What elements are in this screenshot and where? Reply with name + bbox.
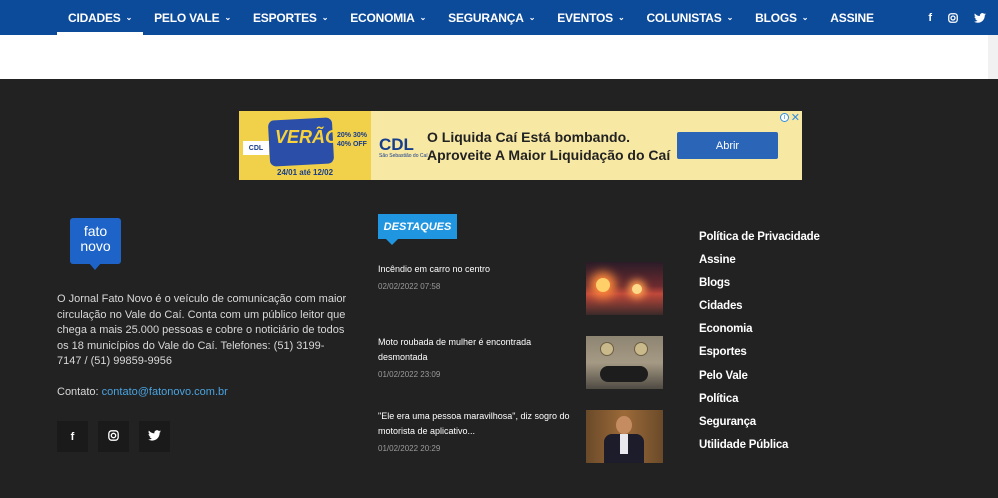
news-item[interactable]: Incêndio em carro no centro 02/02/2022 0… xyxy=(378,262,570,291)
footer-link-politica[interactable]: Política xyxy=(699,391,820,414)
news-date: 01/02/2022 20:29 xyxy=(378,444,441,453)
footer-link-cidades[interactable]: Cidades xyxy=(699,298,820,321)
logo-line-2: novo xyxy=(80,238,111,254)
footer-links: Política de Privacidade Assine Blogs Cid… xyxy=(699,229,820,460)
ad-art-percent: 20% 30% 40% OFF xyxy=(337,132,367,148)
twitter-icon xyxy=(148,429,161,444)
main-menu: CIDADES ⌄ PELO VALE ⌄ ESPORTES ⌄ ECONOMIA ⌄ … xyxy=(57,0,885,35)
ad-art-dates: 24/01 até 12/02 xyxy=(277,168,334,177)
footer-link-assine[interactable]: Assine xyxy=(699,252,820,275)
about-text: O Jornal Fato Novo é o veículo de comuni… xyxy=(57,293,347,367)
destaques-heading: DESTAQUES xyxy=(378,214,457,239)
logo-line-1: fato xyxy=(83,223,108,239)
nav-item-label: COLUNISTAS xyxy=(646,10,722,25)
nav-item-label: ECONOMIA xyxy=(350,10,415,25)
nav-item-seguranca[interactable]: SEGURANÇA ⌄ xyxy=(437,0,546,35)
nav-item-esportes[interactable]: ESPORTES ⌄ xyxy=(242,0,339,35)
nav-item-cidades[interactable]: CIDADES ⌄ xyxy=(57,0,144,35)
footer-twitter-button[interactable] xyxy=(139,421,170,452)
nav-item-label: EVENTOS xyxy=(557,10,613,25)
ad-headline: O Liquida Caí Está bombando. Aproveite A… xyxy=(427,128,670,164)
twitter-icon[interactable] xyxy=(974,12,986,23)
footer-instagram-button[interactable] xyxy=(98,421,129,452)
top-navigation-bar: CIDADES ⌄ PELO VALE ⌄ ESPORTES ⌄ ECONOMIA ⌄ … xyxy=(0,0,998,35)
footer-link-economia[interactable]: Economia xyxy=(699,321,820,344)
chevron-down-icon: ⌄ xyxy=(125,13,133,22)
chevron-down-icon: ⌄ xyxy=(224,13,231,22)
chevron-down-icon: ⌄ xyxy=(617,13,625,22)
nav-item-assine[interactable]: ASSINE xyxy=(819,0,884,35)
nav-item-colunistas[interactable]: COLUNISTAS ⌄ xyxy=(635,0,744,35)
nav-item-label: PELO VALE xyxy=(154,10,220,25)
news-title[interactable]: "Ele era uma pessoa maravilhosa", diz so… xyxy=(378,409,570,439)
news-date: 02/02/2022 07:58 xyxy=(378,282,441,291)
footer-link-seguranca[interactable]: Segurança xyxy=(699,414,820,437)
scrollbar-track[interactable] xyxy=(988,35,998,79)
news-thumbnail[interactable] xyxy=(586,336,663,389)
news-thumbnail[interactable] xyxy=(586,262,663,315)
nav-social-links: f xyxy=(928,0,986,35)
nav-item-label: CIDADES xyxy=(68,10,121,25)
footer-link-utilidade-publica[interactable]: Utilidade Pública xyxy=(699,437,820,460)
destaques-pointer xyxy=(386,239,398,245)
nav-item-economia[interactable]: ECONOMIA ⌄ xyxy=(339,0,437,35)
ad-close-icon[interactable]: ✕ xyxy=(791,111,800,124)
logo-pointer xyxy=(89,263,101,270)
footer-link-blogs[interactable]: Blogs xyxy=(699,275,820,298)
news-item[interactable]: Moto roubada de mulher é encontrada desm… xyxy=(378,335,570,379)
chevron-down-icon: ⌄ xyxy=(726,13,734,22)
ad-headline-line-1: O Liquida Caí Está bombando. xyxy=(427,129,631,145)
nav-item-blogs[interactable]: BLOGS ⌄ xyxy=(744,0,819,35)
ad-banner[interactable]: CDL VERÃO 20% 30% 40% OFF 24/01 até 12/0… xyxy=(239,111,802,180)
contact-label: Contato: xyxy=(57,386,99,398)
instagram-icon[interactable] xyxy=(948,12,958,23)
site-logo[interactable]: fato novo xyxy=(70,218,121,264)
facebook-icon: f xyxy=(70,430,75,443)
nav-item-label: ESPORTES xyxy=(252,10,317,25)
chevron-down-icon: ⌄ xyxy=(321,13,329,22)
nav-item-pelo-vale[interactable]: PELO VALE ⌄ xyxy=(143,0,242,35)
chevron-down-icon: ⌄ xyxy=(528,13,536,22)
nav-item-eventos[interactable]: EVENTOS ⌄ xyxy=(546,0,635,35)
facebook-icon[interactable]: f xyxy=(928,12,932,24)
nav-item-label: BLOGS xyxy=(755,10,797,25)
footer-link-esportes[interactable]: Esportes xyxy=(699,344,820,367)
ad-brand: CDL xyxy=(379,135,414,154)
content-end-band xyxy=(0,35,998,79)
footer-link-pelo-vale[interactable]: Pelo Vale xyxy=(699,368,820,391)
ad-art-title: VERÃO xyxy=(275,127,340,147)
instagram-icon xyxy=(108,429,119,444)
news-item[interactable]: "Ele era uma pessoa maravilhosa", diz so… xyxy=(378,409,570,453)
news-title[interactable]: Incêndio em carro no centro xyxy=(378,262,570,277)
contact-email-link[interactable]: contato@fatonovo.com.br xyxy=(102,386,228,398)
chevron-down-icon: ⌄ xyxy=(419,13,427,22)
ad-headline-line-2: Aproveite A Maior Liquidação do Caí xyxy=(427,147,671,163)
news-thumbnail[interactable] xyxy=(586,410,663,463)
footer-facebook-button[interactable]: f xyxy=(57,421,88,452)
ad-art-brand: CDL xyxy=(243,141,269,155)
ad-brand-sub: São Sebastião do Caí xyxy=(379,153,428,159)
contact-line: Contato: contato@fatonovo.com.br xyxy=(57,386,228,398)
footer-link-politica-privacidade[interactable]: Política de Privacidade xyxy=(699,229,820,252)
ad-artwork: CDL VERÃO 20% 30% 40% OFF 24/01 até 12/0… xyxy=(239,111,371,180)
ad-open-button[interactable]: Abrir xyxy=(677,132,778,159)
ad-brand-logo: CDL São Sebastião do Caí xyxy=(379,135,428,159)
ad-info-icon[interactable]: i xyxy=(780,113,789,122)
nav-item-label: SEGURANÇA xyxy=(448,10,524,25)
chevron-down-icon: ⌄ xyxy=(801,13,809,22)
news-date: 01/02/2022 23:09 xyxy=(378,370,441,379)
news-title[interactable]: Moto roubada de mulher é encontrada desm… xyxy=(378,335,570,365)
nav-item-label: ASSINE xyxy=(830,10,874,25)
